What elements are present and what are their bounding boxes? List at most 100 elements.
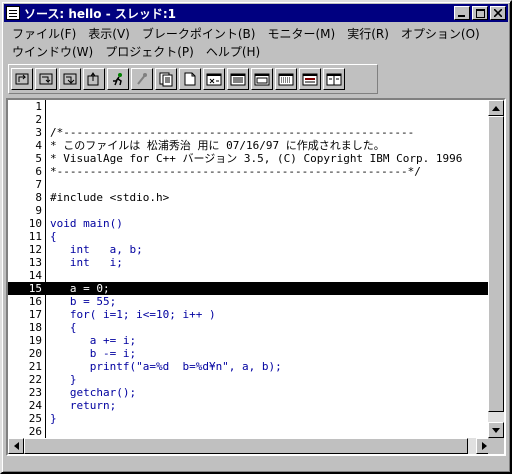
source-line[interactable]: 15 a = 0; [8,282,494,295]
line-number: 8 [35,191,42,204]
source-line[interactable]: 19 a += i; [8,334,494,347]
window-title: ソース: hello - スレッド:1 [24,6,177,21]
storage-icon [230,73,246,86]
toolbar-button-view-source[interactable] [155,68,177,90]
source-window: ソース: hello - スレッド:1 ファイル(F) 表示(V) ブレークポイント… [0,0,512,474]
line-number: 5 [35,152,42,165]
maximize-button[interactable] [472,6,488,20]
scroll-left-button[interactable] [8,438,24,454]
source-line[interactable]: 20 b -= i; [8,347,494,360]
vertical-scroll-thumb[interactable] [488,116,504,412]
line-text: printf("a=%d b=%d¥n", a, b); [50,360,282,373]
source-line[interactable]: 16 b = 55; [8,295,494,308]
source-line[interactable]: 2 [8,113,494,126]
menu-bar: ファイル(F) 表示(V) ブレークポイント(B) モニター(M) 実行(R) オプション… [6,24,506,60]
source-line[interactable]: 1 [8,100,494,113]
line-number: 12 [28,243,42,256]
source-line[interactable]: 17 for( i=1; i<=10; i++ ) [8,308,494,321]
toolbar-button-step-return[interactable] [83,68,105,90]
source-line[interactable]: 3 /*-------------------------------------… [8,126,494,139]
menu-row1-item-4[interactable]: 実行(R) [341,25,395,42]
source-line[interactable]: 21 printf("a=%d b=%d¥n", a, b); [8,360,494,373]
toolbar-button-halt[interactable] [131,68,153,90]
toolbar-button-registers[interactable] [251,68,273,90]
toolbar-button-step-into[interactable] [35,68,57,90]
line-text: #include <stdio.h> [50,191,170,204]
vertical-scrollbar[interactable] [488,100,504,438]
step-debug-icon [63,73,77,85]
arrow-down-icon [492,427,500,433]
line-text: for( i=1; i<=10; i++ ) [50,308,216,321]
menu-row1-item-5[interactable]: オプション(O) [395,25,486,42]
toolbar-button-run[interactable] [107,68,129,90]
source-line[interactable]: 25} [8,412,494,425]
line-text: * VisualAge for C++ バージョン 3.5, (C) Copyr… [50,152,463,165]
toolbar-button-view-page[interactable] [179,68,201,90]
line-text: { [50,321,77,334]
window-menu-icon[interactable] [6,6,20,20]
source-line[interactable]: 8 #include <stdio.h> [8,191,494,204]
horizontal-scrollbar[interactable] [8,438,492,454]
toolbar-button-monitor[interactable] [299,68,321,90]
menu-row1-item-1[interactable]: 表示(V) [82,25,136,42]
scroll-down-button[interactable] [488,422,504,438]
line-text: *---------------------------------------… [50,165,421,178]
menu-row2-item-0[interactable]: ウインドウ(W) [6,43,99,60]
toolbar-button-stack[interactable] [275,68,297,90]
scroll-up-button[interactable] [488,100,504,116]
source-line[interactable]: 9 [8,204,494,217]
line-number: 25 [28,412,42,425]
source-line[interactable]: 23 getchar(); [8,386,494,399]
toolbar-button-window[interactable] [323,68,345,90]
source-line[interactable]: 10 void main() [8,217,494,230]
horizontal-scroll-thumb[interactable] [24,438,468,454]
toolbar-button-variables[interactable] [203,68,225,90]
monitor-icon [302,73,318,86]
line-number: 24 [28,399,42,412]
minimize-button[interactable] [454,6,470,20]
source-line[interactable]: 14 [8,269,494,282]
source-editor[interactable]: 1 2 3/*-----------------------------------… [6,98,506,456]
line-number: 3 [35,126,42,139]
menu-row1-item-3[interactable]: モニター(M) [261,25,341,42]
toolbar-button-storage[interactable] [227,68,249,90]
source-line[interactable]: 18 { [8,321,494,334]
source-line[interactable]: 12 int a, b; [8,243,494,256]
source-lines[interactable]: 1 2 3/*-----------------------------------… [8,100,494,438]
menu-row2-item-1[interactable]: プロジェクト(P) [99,43,200,60]
source-line[interactable]: 7 [8,178,494,191]
line-number: 26 [28,425,42,438]
close-icon [494,9,502,17]
run-icon [113,73,122,86]
line-number-divider [45,100,46,438]
view-page-icon [184,72,196,86]
source-line[interactable]: 26 [8,425,494,438]
toolbar-button-step-debug[interactable] [59,68,81,90]
view-source-icon [159,72,173,87]
menu-row1-item-0[interactable]: ファイル(F) [6,25,82,42]
menu-row2-item-2[interactable]: ヘルプ(H) [200,43,266,60]
line-text: a = 0; [50,282,110,295]
line-number: 6 [35,165,42,178]
source-line[interactable]: 22 } [8,373,494,386]
step-into-icon [39,73,53,85]
line-number: 21 [28,360,42,373]
source-line[interactable]: 13 int i; [8,256,494,269]
menu-row1-item-2[interactable]: ブレークポイント(B) [136,25,262,42]
toolbar-button-step-over[interactable] [11,68,33,90]
arrow-left-icon [13,442,19,450]
line-number: 23 [28,386,42,399]
source-line[interactable]: 6 *--------------------------------------… [8,165,494,178]
source-line[interactable]: 4 * このファイルは 松浦秀治 用に 07/16/97 に作成されました。 [8,139,494,152]
halt-icon [137,73,147,85]
source-line[interactable]: 5 * VisualAge for C++ バージョン 3.5, (C) Copy… [8,152,494,165]
line-number: 4 [35,139,42,152]
scrollbar-corner [488,438,504,454]
line-text: } [50,412,57,425]
title-bar[interactable]: ソース: hello - スレッド:1 [4,4,508,22]
close-button[interactable] [490,6,506,20]
source-line[interactable]: 24 return; [8,399,494,412]
registers-icon [254,73,270,86]
source-line[interactable]: 11 { [8,230,494,243]
line-text: return; [50,399,117,412]
